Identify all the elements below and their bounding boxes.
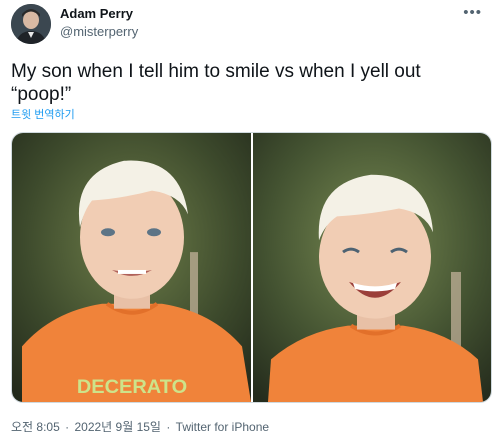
tweet-meta: 오전 8:05 · 2022년 9월 15일 · Twitter for iPh…	[11, 418, 271, 435]
avatar-image	[11, 4, 51, 44]
tweet-text: My son when I tell him to smile vs when …	[11, 61, 421, 105]
boy-laughing-image	[253, 133, 491, 402]
tweet-time[interactable]: 오전 8:05	[11, 420, 60, 434]
author-name[interactable]: Adam Perry	[60, 6, 133, 21]
tweet-date[interactable]: 2022년 9월 15일	[74, 420, 161, 434]
photo-smiling[interactable]: DECERATO	[12, 133, 251, 402]
meta-separator: ·	[65, 420, 70, 434]
meta-separator: ·	[166, 420, 171, 434]
boy-smiling-image: DECERATO	[12, 133, 251, 402]
avatar[interactable]	[11, 4, 51, 44]
more-options-icon[interactable]: •••	[463, 4, 482, 21]
tweet-media[interactable]: DECERATO	[11, 132, 492, 403]
translate-tweet-link[interactable]: 트윗 번역하기	[11, 106, 75, 122]
tweet-client: Twitter for iPhone	[175, 420, 270, 434]
shirt-text: DECERATO	[77, 376, 187, 398]
photo-laughing[interactable]	[253, 133, 491, 402]
author-handle[interactable]: @misterperry	[60, 24, 138, 39]
